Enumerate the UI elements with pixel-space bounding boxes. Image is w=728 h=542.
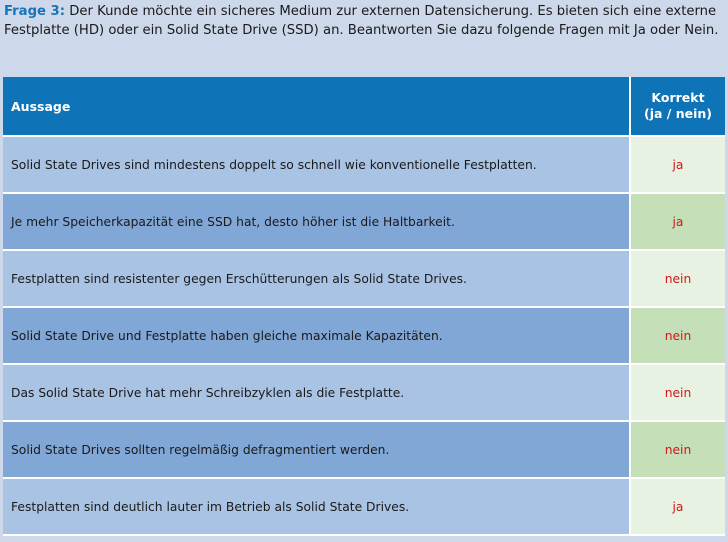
answer-cell: nein [631, 308, 725, 365]
header-answer-line2: (ja / nein) [644, 106, 712, 121]
header-statement: Aussage [3, 77, 631, 137]
question-label: Frage 3: [4, 4, 65, 19]
table-header-row: Aussage Korrekt (ja / nein) [3, 77, 725, 137]
table-row: Solid State Drive und Festplatte haben g… [3, 308, 725, 365]
table-row: Je mehr Speicherkapazität eine SSD hat, … [3, 194, 725, 251]
statement-cell: Das Solid State Drive hat mehr Schreibzy… [3, 365, 631, 422]
statement-cell: Festplatten sind resistenter gegen Ersch… [3, 251, 631, 308]
answer-cell: ja [631, 479, 725, 536]
header-answer: Korrekt (ja / nein) [631, 77, 725, 137]
table-row: Das Solid State Drive hat mehr Schreibzy… [3, 365, 725, 422]
statement-cell: Festplatten sind deutlich lauter im Betr… [3, 479, 631, 536]
table-row: Festplatten sind deutlich lauter im Betr… [3, 479, 725, 536]
question-text: Frage 3: Der Kunde möchte ein sicheres M… [4, 3, 724, 40]
statement-cell: Solid State Drive und Festplatte haben g… [3, 308, 631, 365]
answer-cell: nein [631, 365, 725, 422]
header-answer-line1: Korrekt [651, 90, 705, 105]
statements-table: Aussage Korrekt (ja / nein) Solid State … [3, 77, 725, 536]
answer-cell: ja [631, 137, 725, 194]
answer-cell: nein [631, 422, 725, 479]
table-row: Festplatten sind resistenter gegen Ersch… [3, 251, 725, 308]
answer-cell: ja [631, 194, 725, 251]
statement-cell: Solid State Drives sind mindestens doppe… [3, 137, 631, 194]
table-row: Solid State Drives sollten regelmäßig de… [3, 422, 725, 479]
question-body: Der Kunde möchte ein sicheres Medium zur… [4, 4, 719, 38]
answer-cell: nein [631, 251, 725, 308]
statement-cell: Je mehr Speicherkapazität eine SSD hat, … [3, 194, 631, 251]
table-row: Solid State Drives sind mindestens doppe… [3, 137, 725, 194]
statement-cell: Solid State Drives sollten regelmäßig de… [3, 422, 631, 479]
